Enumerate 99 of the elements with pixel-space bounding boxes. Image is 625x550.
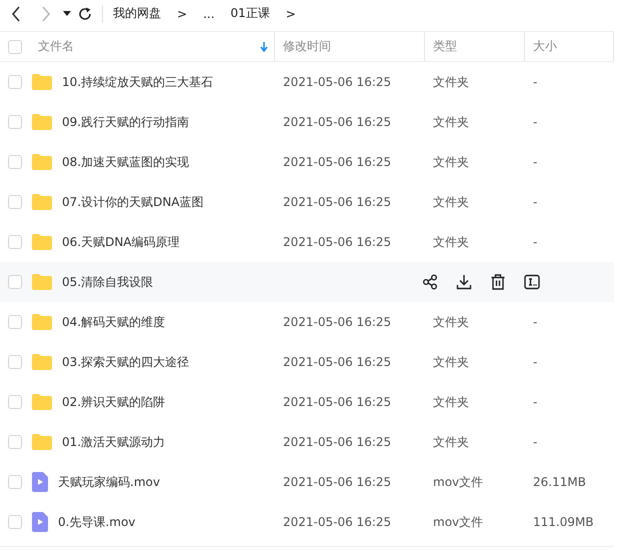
- column-header[interactable]: 类型: [425, 32, 525, 61]
- file-type: mov文件: [432, 514, 484, 530]
- file-type: 文件夹: [432, 314, 470, 330]
- row-checkbox[interactable]: [8, 315, 22, 329]
- modified-time: 2021-05-06 16:25: [282, 395, 392, 409]
- file-row[interactable]: 0.先导课.mov 2021-05-06 16:25 mov文件 111.09MB: [0, 502, 614, 542]
- modified-time: 2021-05-06 16:25: [282, 315, 392, 329]
- file-size: -: [532, 315, 538, 329]
- file-type: 文件夹: [432, 354, 470, 370]
- folder-icon: [32, 274, 52, 290]
- row-checkbox[interactable]: [8, 515, 22, 529]
- file-type: 文件夹: [432, 434, 470, 450]
- row-checkbox[interactable]: [8, 195, 22, 209]
- column-header[interactable]: 大小: [525, 32, 614, 61]
- row-checkbox[interactable]: [8, 475, 22, 489]
- file-size: -: [532, 235, 538, 249]
- folder-icon: [32, 154, 52, 170]
- download-icon[interactable]: [456, 274, 472, 290]
- modified-time: 2021-05-06 16:25: [282, 155, 392, 169]
- share-icon[interactable]: [422, 274, 438, 290]
- file-size: -: [532, 75, 538, 89]
- folder-icon: [32, 74, 52, 90]
- modified-time: 2021-05-06 16:25: [282, 75, 392, 89]
- file-type: 文件夹: [432, 194, 470, 210]
- column-header[interactable]: 文件名: [30, 32, 275, 61]
- modified-time: 2021-05-06 16:25: [282, 475, 392, 489]
- row-checkbox[interactable]: [8, 395, 22, 409]
- breadcrumb-item[interactable]: 我的网盘: [113, 5, 161, 22]
- video-file-icon: [32, 512, 48, 532]
- file-type: 文件夹: [432, 74, 470, 90]
- folder-icon: [32, 394, 52, 410]
- file-size: -: [532, 435, 538, 449]
- breadcrumb-item[interactable]: ...: [203, 6, 215, 20]
- file-name[interactable]: 08.加速天赋蓝图的实现: [62, 154, 190, 170]
- breadcrumb-separator[interactable]: 01正课: [230, 5, 270, 22]
- file-row[interactable]: 10.持续绽放天赋的三大基石 2021-05-06 16:25 文件夹 -: [0, 62, 614, 102]
- modified-time: 2021-05-06 16:25: [282, 115, 392, 129]
- refresh-icon[interactable]: [78, 6, 92, 20]
- file-type: 文件夹: [432, 394, 470, 410]
- file-row[interactable]: 02.辨识天赋的陷阱 2021-05-06 16:25 文件夹 -: [0, 382, 614, 422]
- video-file-icon: [32, 472, 48, 492]
- file-row[interactable]: 06.天赋DNA编码原理 2021-05-06 16:25 文件夹 -: [0, 222, 614, 262]
- trash-icon[interactable]: [490, 274, 506, 290]
- file-name[interactable]: 04.解码天赋的维度: [62, 314, 166, 330]
- forward-icon[interactable]: [41, 6, 51, 22]
- file-name[interactable]: 天赋玩家编码.mov: [58, 474, 160, 490]
- file-row[interactable]: 05.清除自我设限: [0, 262, 614, 302]
- back-icon[interactable]: [11, 6, 21, 22]
- file-row[interactable]: 08.加速天赋蓝图的实现 2021-05-06 16:25 文件夹 -: [0, 142, 614, 182]
- file-row[interactable]: 07.设计你的天赋DNA蓝图 2021-05-06 16:25 文件夹 -: [0, 182, 614, 222]
- file-row[interactable]: 01.激活天赋源动力 2021-05-06 16:25 文件夹 -: [0, 422, 614, 462]
- row-checkbox[interactable]: [8, 355, 22, 369]
- folder-icon: [32, 194, 52, 210]
- file-size: -: [532, 115, 538, 129]
- row-checkbox[interactable]: [8, 435, 22, 449]
- file-name[interactable]: 0.先导课.mov: [58, 514, 136, 530]
- file-name[interactable]: 10.持续绽放天赋的三大基石: [62, 74, 214, 90]
- row-checkbox[interactable]: [8, 155, 22, 169]
- breadcrumb-separator: >: [286, 6, 296, 20]
- folder-icon: [32, 354, 52, 370]
- file-size: -: [532, 395, 538, 409]
- row-checkbox[interactable]: [8, 115, 22, 129]
- modified-time: 2021-05-06 16:25: [282, 355, 392, 369]
- modified-time: 2021-05-06 16:25: [282, 195, 392, 209]
- file-name[interactable]: 05.清除自我设限: [62, 274, 154, 290]
- file-size: -: [532, 155, 538, 169]
- modified-time: 2021-05-06 16:25: [282, 235, 392, 249]
- folder-icon: [32, 114, 52, 130]
- column-header[interactable]: 修改时间: [275, 32, 425, 61]
- row-checkbox[interactable]: [8, 275, 22, 289]
- modified-time: 2021-05-06 16:25: [282, 435, 392, 449]
- file-type: mov文件: [432, 474, 484, 490]
- file-type: 文件夹: [432, 154, 470, 170]
- file-type: 文件夹: [432, 234, 470, 250]
- file-row[interactable]: 03.探索天赋的四大途径 2021-05-06 16:25 文件夹 -: [0, 342, 614, 382]
- file-size: 111.09MB: [532, 515, 594, 529]
- folder-icon: [32, 234, 52, 250]
- breadcrumb-separator: >: [177, 6, 188, 20]
- folder-icon: [32, 314, 52, 330]
- file-name[interactable]: 06.天赋DNA编码原理: [62, 234, 180, 250]
- select-all-checkbox[interactable]: [8, 40, 22, 54]
- row-checkbox[interactable]: [8, 235, 22, 249]
- row-checkbox[interactable]: [8, 75, 22, 89]
- file-type: 文件夹: [432, 114, 470, 130]
- file-size: 26.11MB: [532, 475, 586, 489]
- folder-icon: [32, 434, 52, 450]
- file-name[interactable]: 09.践行天赋的行动指南: [62, 114, 190, 130]
- file-name[interactable]: 03.探索天赋的四大途径: [62, 354, 190, 370]
- file-name[interactable]: 02.辨识天赋的陷阱: [62, 394, 166, 410]
- file-row[interactable]: 09.践行天赋的行动指南 2021-05-06 16:25 文件夹 -: [0, 102, 614, 142]
- file-name[interactable]: 07.设计你的天赋DNA蓝图: [62, 194, 204, 210]
- caret-icon[interactable]: [63, 10, 71, 16]
- rename-icon[interactable]: [524, 274, 540, 290]
- file-row[interactable]: 04.解码天赋的维度 2021-05-06 16:25 文件夹 -: [0, 302, 614, 342]
- file-name[interactable]: 01.激活天赋源动力: [62, 434, 166, 450]
- file-size: -: [532, 355, 538, 369]
- file-size: -: [532, 195, 538, 209]
- file-row[interactable]: 天赋玩家编码.mov 2021-05-06 16:25 mov文件 26.11MB: [0, 462, 614, 502]
- modified-time: 2021-05-06 16:25: [282, 515, 392, 529]
